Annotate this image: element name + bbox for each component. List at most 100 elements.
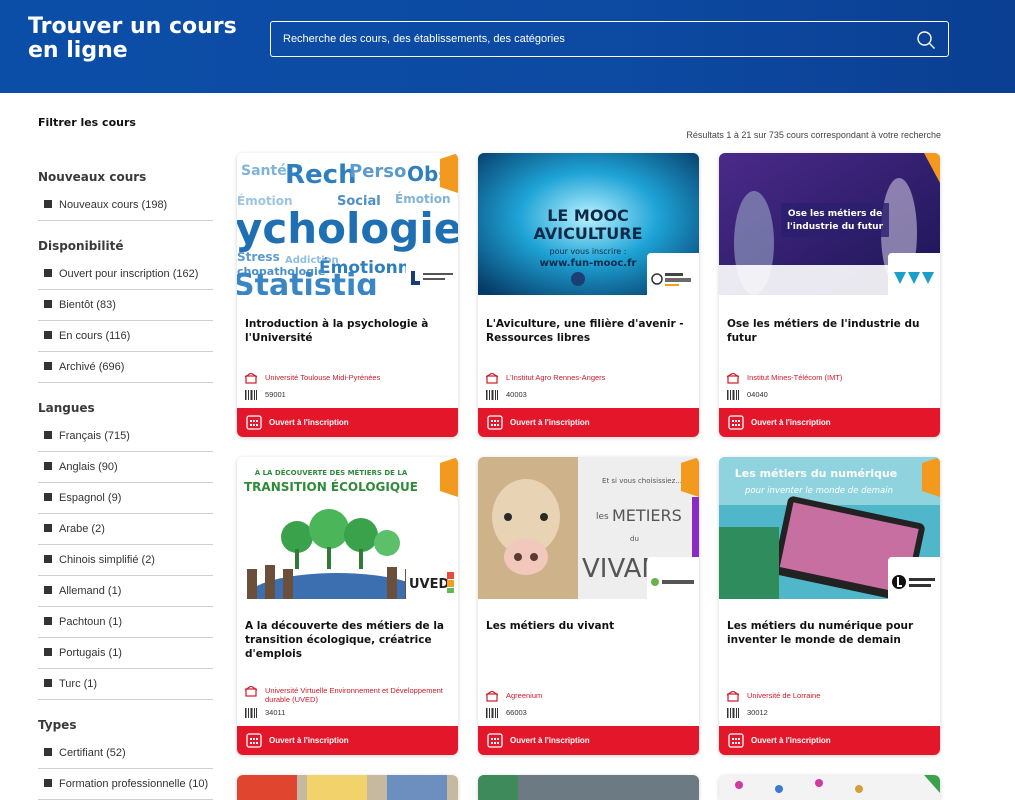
filter-item[interactable]: Allemand (1) — [38, 576, 213, 607]
filter-item[interactable]: Arabe (2) — [38, 514, 213, 545]
institution-icon — [727, 691, 739, 702]
numerique-line-2: pour inventer le monde de demain — [744, 486, 893, 496]
course-org[interactable]: Université de Lorraine — [727, 691, 932, 702]
course-card-aviculture[interactable]: LE MOOC AVICULTURE pour vous inscrire : … — [478, 153, 699, 437]
course-title[interactable]: Ose les métiers de l'industrie du futur — [727, 317, 932, 345]
course-title[interactable]: Introduction à la psychologie à l'Univer… — [245, 317, 450, 345]
status-bar[interactable]: Ouvert à l'inscription — [719, 726, 940, 755]
results-count: Résultats 1 à 21 sur 735 cours correspon… — [686, 130, 941, 140]
checkbox-icon[interactable] — [44, 748, 52, 756]
svg-text:Statistiq: Statistiq — [237, 268, 378, 295]
filter-item[interactable]: Portugais (1) — [38, 638, 213, 669]
filter-item[interactable]: Formation professionnelle (10) — [38, 769, 213, 800]
checkbox-icon[interactable] — [44, 200, 52, 208]
checkbox-icon[interactable] — [44, 300, 52, 308]
course-card-partial[interactable] — [719, 775, 940, 800]
institution-logo — [888, 557, 940, 607]
filter-item[interactable]: Anglais (90) — [38, 452, 213, 483]
filter-item[interactable]: En cours (116) — [38, 321, 213, 352]
svg-text:Santé: Santé — [241, 163, 287, 179]
checkbox-icon[interactable] — [44, 431, 52, 439]
course-card-transition[interactable]: À LA DÉCOUVERTE DES MÉTIERS DE LA TRANSI… — [237, 457, 458, 755]
filter-group-disponibilite: Disponibilité Ouvert pour inscription (1… — [38, 235, 213, 383]
filter-group-langues: Langues Français (715) Anglais (90) Espa… — [38, 397, 213, 700]
checkbox-icon[interactable] — [44, 269, 52, 277]
filter-item[interactable]: Ouvert pour inscription (162) — [38, 259, 213, 290]
course-org[interactable]: Agreenium — [486, 691, 691, 702]
course-org[interactable]: L'Institut Agro Rennes-Angers — [486, 373, 691, 384]
course-title[interactable]: Les métiers du vivant — [486, 619, 691, 633]
checkbox-icon[interactable] — [44, 648, 52, 656]
aviculture-line-3: pour vous inscrire : — [550, 247, 627, 256]
course-code: 30012 — [727, 708, 768, 718]
institution-icon — [486, 373, 498, 384]
course-code: 04040 — [727, 390, 768, 400]
course-image — [719, 775, 940, 800]
svg-text:ychologie: ychologie — [237, 204, 458, 253]
page-title: Trouver un cours en ligne — [28, 14, 237, 63]
filter-item[interactable]: Certifiant (52) — [38, 738, 213, 769]
search-icon[interactable] — [916, 30, 936, 50]
checkbox-icon[interactable] — [44, 779, 52, 787]
course-card-partial[interactable] — [478, 775, 699, 800]
checkbox-icon[interactable] — [44, 555, 52, 563]
filter-group-nouveaux: Nouveaux cours Nouveaux cours (198) — [38, 166, 213, 221]
search-input[interactable] — [283, 22, 903, 56]
filter-sidebar: Nouveaux cours Nouveaux cours (198) Disp… — [38, 166, 213, 800]
filter-group-title: Langues — [38, 401, 95, 415]
course-title[interactable]: Les métiers du numérique pour inventer l… — [727, 619, 932, 647]
vivant-line-2: les — [596, 512, 609, 522]
institut-agro-logo — [651, 273, 691, 286]
course-title[interactable]: A la découverte des métiers de la transi… — [245, 619, 450, 661]
industrie-line-2: l'industrie du futur — [787, 222, 884, 232]
checkbox-icon[interactable] — [44, 493, 52, 501]
status-bar[interactable]: Ouvert à l'inscription — [237, 726, 458, 755]
agreenium-logo — [651, 578, 694, 586]
filter-item[interactable]: Archivé (696) — [38, 352, 213, 383]
checkbox-icon[interactable] — [44, 462, 52, 470]
imt-logo — [894, 272, 934, 284]
course-org[interactable]: Institut Mines-Télécom (IMT) — [727, 373, 932, 384]
course-card-industrie[interactable]: Ose les métiers de l'industrie du futur … — [719, 153, 940, 437]
course-code: 40003 — [486, 390, 527, 400]
page-header: Trouver un cours en ligne — [0, 0, 1015, 93]
checkbox-icon[interactable] — [44, 617, 52, 625]
checkbox-icon[interactable] — [44, 679, 52, 687]
course-org[interactable]: Université Toulouse Midi-Pyrénées — [245, 373, 450, 384]
course-title[interactable]: L'Aviculture, une filière d'avenir - Res… — [486, 317, 691, 345]
checkbox-icon[interactable] — [44, 586, 52, 594]
course-card-psychologie[interactable]: Santé Rech Perso Obse Émotion Social Émo… — [237, 153, 458, 437]
status-bar[interactable]: Ouvert à l'inscription — [719, 408, 940, 437]
course-image — [237, 775, 458, 800]
search-box[interactable] — [270, 21, 949, 57]
course-card-vivant[interactable]: Et si vous choisissiez... les METIERS du… — [478, 457, 699, 755]
institution-icon — [486, 691, 498, 702]
filter-group-types: Types Certifiant (52) Formation professi… — [38, 714, 213, 800]
filter-item[interactable]: Bientôt (83) — [38, 290, 213, 321]
calendar-icon — [728, 415, 744, 430]
status-bar[interactable]: Ouvert à l'inscription — [237, 408, 458, 437]
calendar-icon — [728, 733, 744, 748]
course-card-numerique[interactable]: Les métiers du numérique pour inventer l… — [719, 457, 940, 755]
vivant-line-1: Et si vous choisissiez... — [602, 477, 682, 485]
svg-text:Rech: Rech — [285, 160, 357, 190]
checkbox-icon[interactable] — [44, 524, 52, 532]
status-bar[interactable]: Ouvert à l'inscription — [478, 408, 699, 437]
barcode-icon — [245, 390, 257, 400]
status-bar[interactable]: Ouvert à l'inscription — [478, 726, 699, 755]
aviculture-line-2: AVICULTURE — [533, 224, 642, 243]
filter-item[interactable]: Français (715) — [38, 421, 213, 452]
institution-icon — [727, 373, 739, 384]
filter-item[interactable]: Espagnol (9) — [38, 483, 213, 514]
calendar-icon — [246, 733, 262, 748]
checkbox-icon[interactable] — [44, 331, 52, 339]
checkbox-icon[interactable] — [44, 362, 52, 370]
course-org[interactable]: Université Virtuelle Environnement et Dé… — [245, 686, 450, 704]
filter-group-title: Types — [38, 718, 77, 732]
filter-item[interactable]: Chinois simplifié (2) — [38, 545, 213, 576]
filter-item[interactable]: Nouveaux cours (198) — [38, 190, 213, 221]
filter-group-title: Disponibilité — [38, 239, 124, 253]
filter-item[interactable]: Turc (1) — [38, 669, 213, 700]
filter-item[interactable]: Pachtoun (1) — [38, 607, 213, 638]
course-card-partial[interactable] — [237, 775, 458, 800]
